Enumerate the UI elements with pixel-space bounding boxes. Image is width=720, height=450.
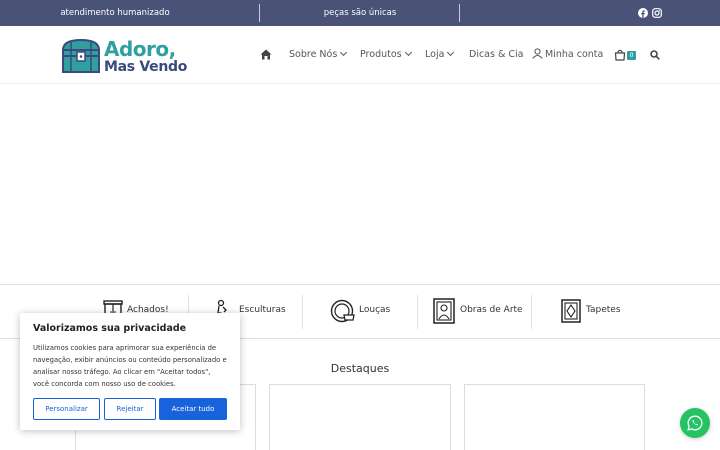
whatsapp-icon (687, 415, 703, 431)
nav-loja-label: Loja (425, 49, 445, 60)
category-loucas[interactable]: Louças (330, 285, 415, 340)
nav-minha-conta[interactable]: Minha conta (532, 26, 603, 84)
topbar-divider (459, 4, 460, 22)
site-header: Adoro, Mas Vendo Sobre Nós Produtos Loja… (0, 26, 720, 84)
category-tapetes[interactable]: Tapetes (560, 285, 645, 340)
nav-dicas-label: Dicas & Cia (469, 49, 524, 60)
category-label: Esculturas (239, 305, 286, 315)
chevron-down-icon (404, 48, 412, 57)
hero-banner-area (0, 85, 720, 283)
logo-line-1: Adoro, (104, 37, 176, 61)
topbar-unique-text: peças são únicas (323, 8, 397, 18)
search-icon[interactable] (650, 50, 660, 60)
site-logo[interactable]: Adoro, Mas Vendo (60, 35, 190, 77)
nav-conta-label: Minha conta (545, 49, 604, 60)
chevron-down-icon (447, 48, 455, 57)
shopping-bag-icon[interactable] (614, 49, 626, 61)
cookie-title: Valorizamos sua privacidade (33, 323, 187, 334)
plate-icon (330, 299, 355, 323)
nav-sobre-nos[interactable]: Sobre Nós (289, 26, 348, 84)
chevron-down-icon (340, 48, 348, 57)
category-label: Louças (359, 305, 391, 315)
category-divider (302, 295, 303, 329)
product-card[interactable] (464, 384, 645, 450)
nav-dicas[interactable]: Dicas & Cia (469, 26, 524, 84)
top-bar: atendimento humanizado peças são únicas (0, 0, 720, 26)
category-label: Obras de Arte (460, 305, 523, 315)
category-label: Tapetes (586, 305, 621, 315)
user-icon (532, 48, 543, 59)
instagram-icon[interactable] (652, 8, 662, 18)
logo-line-2: Mas Vendo (104, 59, 188, 75)
portrait-frame-icon (433, 298, 455, 324)
rug-icon (561, 299, 581, 323)
cookie-consent-banner: Valorizamos sua privacidade Utilizamos c… (20, 313, 240, 430)
cookie-customize-button[interactable]: Personalizar (33, 398, 100, 420)
product-card[interactable] (269, 384, 451, 450)
facebook-icon[interactable] (638, 8, 648, 18)
nav-loja[interactable]: Loja (425, 26, 455, 84)
home-icon[interactable] (260, 49, 272, 60)
cart-count-badge: 0 (627, 51, 636, 60)
cookie-accept-button[interactable]: Aceitar tudo (159, 398, 227, 420)
whatsapp-button[interactable] (680, 408, 710, 438)
category-divider (531, 295, 532, 329)
category-obras-de-arte[interactable]: Obras de Arte (433, 285, 528, 340)
topbar-service-text: atendimento humanizado (60, 8, 170, 18)
treasure-chest-icon (61, 38, 101, 73)
nav-produtos-label: Produtos (360, 49, 402, 60)
nav-produtos[interactable]: Produtos (360, 26, 412, 84)
category-divider (417, 295, 418, 329)
cookie-description: Utilizamos cookies para aprimorar sua ex… (33, 344, 227, 388)
nav-sobre-label: Sobre Nós (289, 49, 338, 60)
cookie-reject-button[interactable]: Rejeitar (104, 398, 156, 420)
